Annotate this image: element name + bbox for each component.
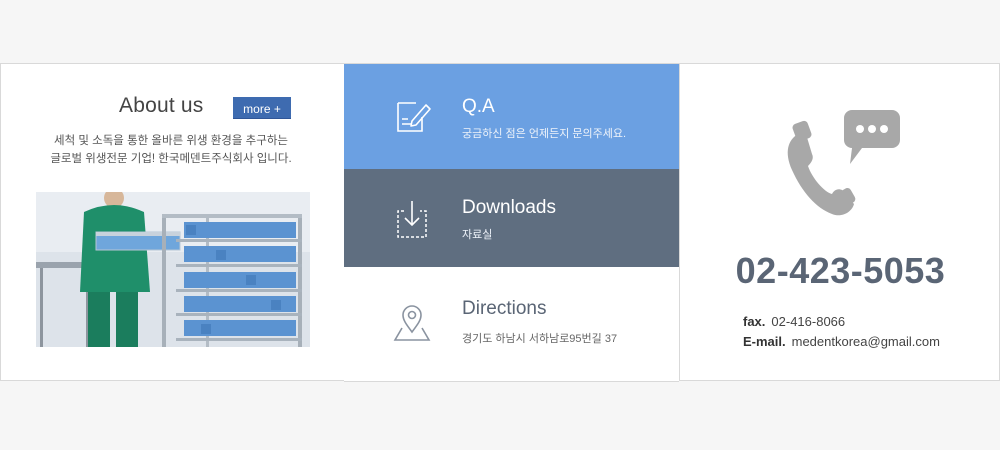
more-button[interactable]: more + — [233, 97, 291, 119]
info-panel-row: About us more + 세척 및 소독을 통한 올바른 위생 환경을 추… — [0, 63, 1000, 382]
phone-chat-icon — [787, 110, 900, 216]
directions-link[interactable]: Directions 경기도 하남시 서하남로95번길 37 — [344, 267, 679, 382]
edit-note-icon — [397, 102, 431, 132]
fax-value: 02-416-8066 — [771, 314, 846, 329]
hygiene-room-photo — [36, 192, 310, 347]
download-icon — [397, 201, 427, 238]
about-desc-line-2: 글로벌 위생전문 기업! 한국메덴트주식회사 입니다. — [50, 153, 292, 165]
downloads-title: Downloads — [462, 197, 556, 218]
phone-number: 02-423-5053 — [735, 250, 946, 291]
qa-subtitle: 궁금하신 점은 언제든지 문의주세요. — [462, 128, 627, 140]
email-line: E-mail. medentkorea@gmail.com — [743, 334, 940, 349]
menu-section: Q.A 궁금하신 점은 언제든지 문의주세요. Downloads 자료실 Di… — [344, 63, 679, 382]
about-description: 세척 및 소독을 통한 올바른 위생 환경을 추구하는 글로벌 위생전문 기업!… — [21, 132, 321, 168]
directions-title: Directions — [462, 298, 547, 319]
fax-label: fax. — [743, 314, 766, 329]
about-desc-line-1: 세척 및 소독을 통한 올바른 위생 환경을 추구하는 — [54, 135, 288, 147]
qa-title: Q.A — [462, 96, 495, 117]
qa-link[interactable]: Q.A 궁금하신 점은 언제든지 문의주세요. — [344, 64, 679, 169]
about-section: About us more + 세척 및 소독을 통한 올바른 위생 환경을 추… — [0, 63, 344, 381]
contact-section: 02-423-5053 fax. 02-416-8066 E-mail. meden… — [679, 63, 1000, 381]
about-title: About us — [119, 94, 204, 117]
downloads-link[interactable]: Downloads 자료실 — [344, 169, 679, 267]
fax-line: fax. 02-416-8066 — [743, 314, 845, 329]
map-pin-icon — [393, 305, 431, 341]
about-photo — [36, 192, 310, 347]
email-label: E-mail. — [743, 334, 786, 349]
email-value[interactable]: medentkorea@gmail.com — [792, 334, 940, 349]
downloads-subtitle: 자료실 — [462, 229, 493, 241]
directions-subtitle: 경기도 하남시 서하남로95번길 37 — [462, 333, 618, 345]
